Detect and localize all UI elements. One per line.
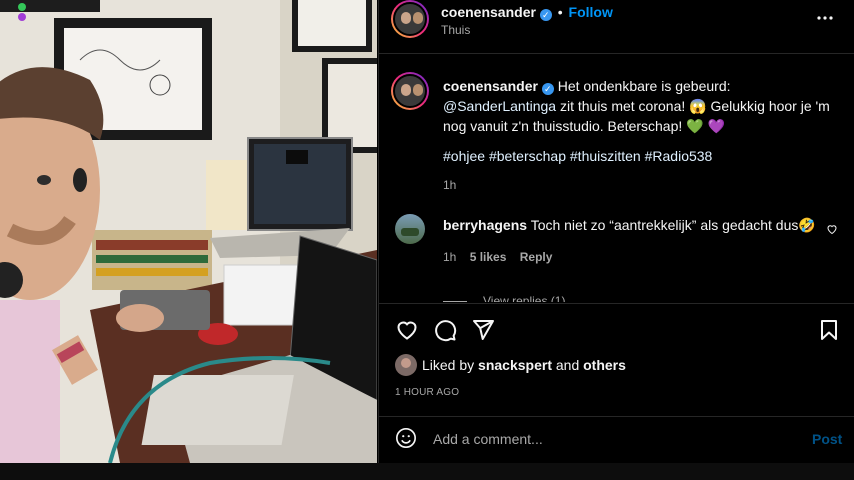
header-divider xyxy=(379,53,854,54)
comment-input[interactable] xyxy=(431,428,795,450)
header-separator: • xyxy=(557,4,563,20)
author-avatar[interactable] xyxy=(391,0,429,38)
bottom-strip xyxy=(0,463,854,480)
hashtag-link[interactable]: #beterschap xyxy=(489,148,566,164)
hashtag-link[interactable]: #ohjee xyxy=(443,148,485,164)
pager-dot-purple xyxy=(18,13,26,21)
caption-mention-link[interactable]: @SanderLantinga xyxy=(443,98,556,114)
like-heart-icon[interactable] xyxy=(395,318,419,342)
emoji-icon[interactable] xyxy=(395,427,417,449)
pager-dot-green xyxy=(18,3,26,11)
post-location[interactable]: Thuis xyxy=(441,23,470,37)
caption-time[interactable]: 1h xyxy=(443,178,456,192)
post-header: coenensander ✓ • Follow Thuis xyxy=(379,0,854,53)
liked-by-others[interactable]: others xyxy=(583,357,626,373)
comment-author[interactable]: berryhagens xyxy=(443,217,527,233)
comment-text: Toch niet zo “aantrekkelijk” als gedacht… xyxy=(530,217,816,233)
author-username[interactable]: coenensander xyxy=(441,4,536,20)
follow-button[interactable]: Follow xyxy=(569,4,613,20)
caption-verified-icon: ✓ xyxy=(541,83,554,95)
share-send-icon[interactable] xyxy=(471,318,495,342)
caption-text: coenensander ✓ Het ondenkbare is gebeurd… xyxy=(443,76,843,136)
post-panel: coenensander ✓ • Follow Thuis coenensand… xyxy=(378,0,854,463)
liked-by-user[interactable]: snackspert xyxy=(478,357,552,373)
view-replies-button[interactable]: View replies (1) xyxy=(443,294,565,302)
caption-hashtags: #ohjee #beterschap #thuiszitten #Radio53… xyxy=(443,146,712,166)
view-replies-label: View replies (1) xyxy=(483,294,566,302)
more-options-icon[interactable] xyxy=(815,8,835,28)
liked-by-line: Liked by snackspert and others xyxy=(422,357,626,373)
photo-illustration xyxy=(0,0,377,463)
comment-reply-button[interactable]: Reply xyxy=(520,250,553,264)
hashtag-link[interactable]: #thuiszitten xyxy=(570,148,641,164)
comment-meta: 1h 5 likes Reply xyxy=(443,250,552,264)
caption-text-part1: Het ondenkbare is gebeurd: xyxy=(557,78,731,94)
comment-like-icon[interactable] xyxy=(826,222,838,240)
post-photo[interactable] xyxy=(0,0,377,463)
actions-divider xyxy=(379,303,854,304)
comment-box-divider xyxy=(379,416,854,417)
comment-time[interactable]: 1h xyxy=(443,250,456,264)
caption-avatar[interactable] xyxy=(391,72,429,110)
comment-bubble-icon[interactable] xyxy=(433,318,457,342)
liked-by-prefix: Liked by xyxy=(422,357,475,373)
comment-avatar[interactable] xyxy=(395,214,425,244)
post-timestamp[interactable]: 1 HOUR AGO xyxy=(395,387,459,398)
save-bookmark-icon[interactable] xyxy=(817,318,841,342)
post-comment-button[interactable]: Post xyxy=(812,431,842,447)
verified-badge-icon: ✓ xyxy=(539,9,552,21)
comment-likes[interactable]: 5 likes xyxy=(470,250,507,264)
liked-by-conj: and xyxy=(555,357,580,373)
comment-body: berryhagens Toch niet zo “aantrekkelijk”… xyxy=(443,216,823,234)
hashtag-link[interactable]: #Radio538 xyxy=(645,148,713,164)
liker-avatar[interactable] xyxy=(395,354,417,376)
caption-author[interactable]: coenensander xyxy=(443,78,538,94)
